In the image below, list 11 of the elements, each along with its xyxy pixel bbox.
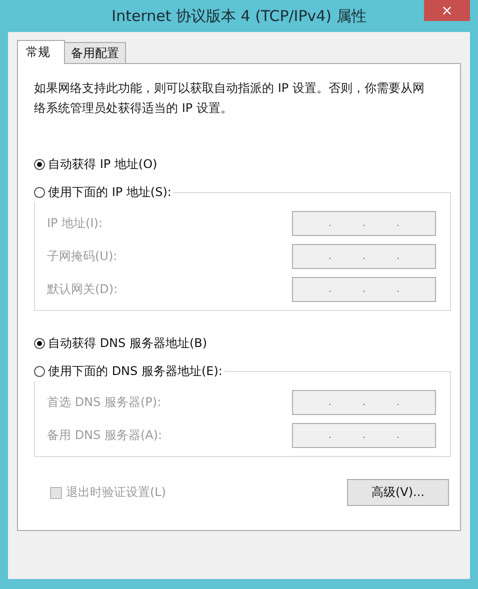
field-label: IP 地址(I): [47, 215, 103, 232]
field-label: 首选 DNS 服务器(P): [47, 394, 162, 411]
description-text: 如果网络支持此功能，则可以获取自动指派的 IP 设置。否则，你需要从网络系统管理员处获得适当的 IP 设置。 [34, 80, 426, 117]
field-label: 子网掩码(U): [47, 248, 118, 265]
field-label: 备用 DNS 服务器(A): [47, 427, 162, 444]
tab[interactable]: 常规 [17, 40, 65, 64]
field-label: 默认网关(D): [47, 281, 118, 298]
close-button[interactable]: × [424, 0, 470, 21]
tab[interactable]: 备用配置 [64, 42, 126, 63]
window-title: Internet 协议版本 4 (TCP/IPv4) 属性 [112, 6, 366, 26]
advanced-button[interactable]: 高级(V)... [347, 479, 449, 506]
